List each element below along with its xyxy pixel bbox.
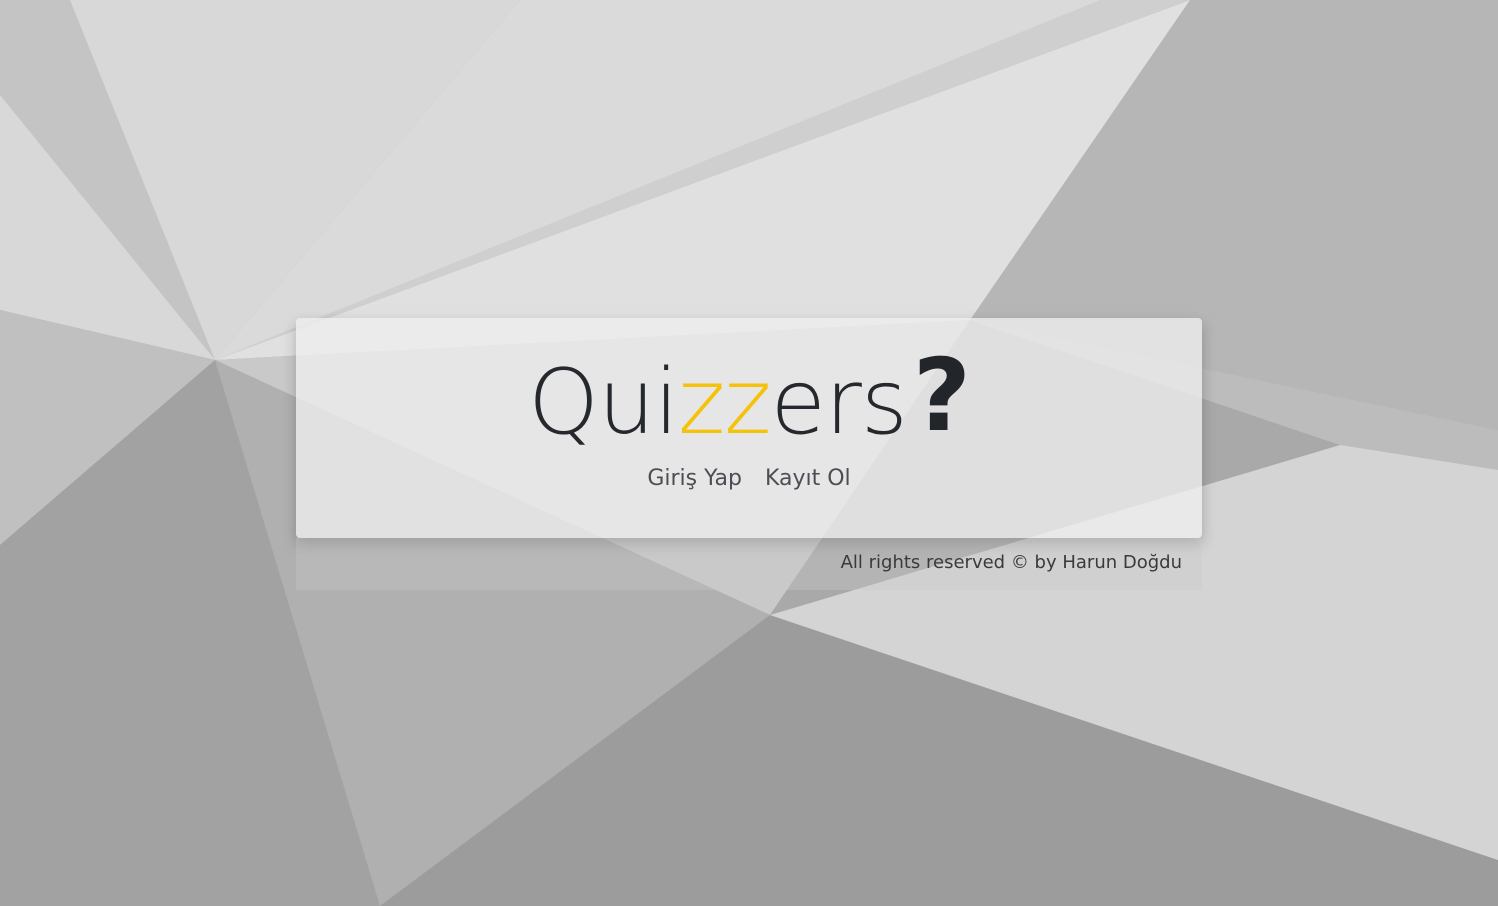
logo-text-start: Qui [528, 350, 679, 455]
auth-nav: Giriş Yap Kayıt Ol [296, 466, 1202, 491]
hero-card: Quizzers? Giriş Yap Kayıt Ol [296, 318, 1202, 538]
logo-text-end: ers [770, 350, 908, 455]
footer: All rights reserved © by Harun Doğdu [296, 538, 1202, 590]
question-mark-icon: ? [912, 337, 971, 454]
register-link[interactable]: Kayıt Ol [765, 466, 851, 491]
login-link[interactable]: Giriş Yap [647, 466, 742, 491]
logo-text-accent: zz [678, 350, 771, 455]
copyright-text: All rights reserved © by Harun Doğdu [840, 552, 1182, 573]
app-logo: Quizzers? [296, 337, 1202, 458]
